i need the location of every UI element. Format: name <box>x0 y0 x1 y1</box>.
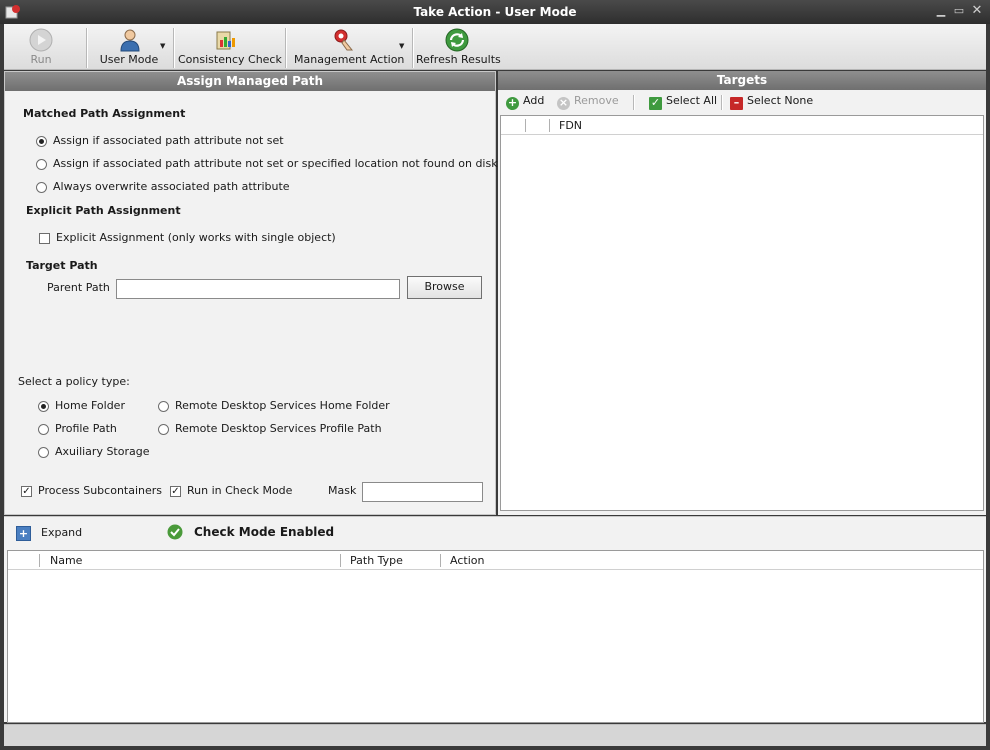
results-panel: + Expand Check Mode Enabled Name Path Ty… <box>4 516 986 723</box>
consistency-check-icon <box>216 31 235 50</box>
process-subcontainers-checkbox[interactable]: ✓ <box>21 486 32 497</box>
user-mode-dropdown-icon[interactable]: ▼ <box>160 42 165 50</box>
radio-rds-profile-path[interactable] <box>158 424 169 435</box>
management-action-button[interactable]: Management Action <box>294 24 405 70</box>
radio-label: Remote Desktop Services Profile Path <box>175 422 382 435</box>
check-circle-icon <box>167 524 183 540</box>
checkbox-label: Process Subcontainers <box>38 484 163 497</box>
radio-label: Axuiliary Storage <box>55 445 150 458</box>
radio-always-overwrite[interactable] <box>36 182 47 193</box>
grid-header: FDN <box>501 116 983 135</box>
refresh-results-button[interactable]: Refresh Results <box>416 24 501 70</box>
parent-path-label: Parent Path <box>47 281 110 294</box>
policy-type-label: Select a policy type: <box>18 375 130 388</box>
remove-icon: × <box>557 96 570 110</box>
radio-home-folder[interactable] <box>38 401 49 412</box>
select-all-icon: ✓ <box>649 96 662 110</box>
select-none-icon: – <box>730 97 743 110</box>
radio-label: Always overwrite associated path attribu… <box>53 180 290 193</box>
radio-label: Home Folder <box>55 399 125 412</box>
explicit-path-title: Explicit Path Assignment <box>26 204 181 217</box>
select-all-button[interactable]: ✓ Select All <box>649 94 717 112</box>
user-mode-button[interactable]: User Mode <box>98 24 160 70</box>
results-grid[interactable]: Name Path Type Action <box>7 550 984 723</box>
column-header-path-type[interactable]: Path Type <box>350 554 403 567</box>
remove-label: Remove <box>574 94 619 107</box>
refresh-results-label: Refresh Results <box>416 53 501 66</box>
panel-header: Assign Managed Path <box>5 72 495 91</box>
run-label: Run <box>30 53 52 66</box>
remove-button[interactable]: × Remove <box>557 94 619 112</box>
targets-panel: Targets + Add × Remove ✓ Select All – Select… <box>498 71 986 515</box>
play-icon <box>29 28 53 52</box>
run-in-check-mode-checkbox[interactable]: ✓ <box>170 486 181 497</box>
targets-grid[interactable]: FDN <box>500 115 984 511</box>
radio-label: Assign if associated path attribute not … <box>53 157 498 170</box>
add-button[interactable]: + Add <box>506 94 544 112</box>
consistency-check-button[interactable]: Consistency Check <box>178 24 282 70</box>
checkbox-label: Explicit Assignment (only works with sin… <box>56 231 336 244</box>
column-header-fdn[interactable]: FDN <box>559 119 582 132</box>
window-title: Take Action - User Mode <box>413 5 577 19</box>
check-mode-status: Check Mode Enabled <box>194 525 335 539</box>
run-button[interactable]: Run <box>18 24 64 70</box>
browse-button[interactable]: Browse <box>407 276 482 299</box>
maximize-icon[interactable]: ▭ <box>952 4 966 18</box>
parent-path-input[interactable] <box>116 279 400 299</box>
target-path-title: Target Path <box>26 259 98 272</box>
radio-rds-home-folder[interactable] <box>158 401 169 412</box>
add-label: Add <box>523 94 545 107</box>
grid-header: Name Path Type Action <box>8 551 983 570</box>
consistency-check-label: Consistency Check <box>178 53 282 66</box>
radio-label: Remote Desktop Services Home Folder <box>175 399 390 412</box>
radio-label: Profile Path <box>55 422 117 435</box>
select-all-label: Select All <box>666 94 718 107</box>
user-icon <box>120 29 140 52</box>
title-bar: Take Action - User Mode ▁ ▭ ✕ <box>0 0 990 24</box>
add-icon: + <box>506 96 519 110</box>
column-header-name[interactable]: Name <box>50 554 82 567</box>
select-none-label: Select None <box>747 94 814 107</box>
radio-auxiliary-storage[interactable] <box>38 447 49 458</box>
expand-label[interactable]: Expand <box>41 526 82 539</box>
management-action-icon <box>334 29 354 51</box>
management-action-label: Management Action <box>294 53 405 66</box>
radio-assign-if-not-set[interactable] <box>36 136 47 147</box>
select-none-button[interactable]: – Select None <box>730 94 813 112</box>
close-icon[interactable]: ✕ <box>970 4 984 18</box>
user-mode-label: User Mode <box>99 53 159 66</box>
radio-profile-path[interactable] <box>38 424 49 435</box>
radio-label: Assign if associated path attribute not … <box>53 134 284 147</box>
minimize-icon[interactable]: ▁ <box>934 4 948 18</box>
column-header-action[interactable]: Action <box>450 554 484 567</box>
checkbox-label: Run in Check Mode <box>187 484 293 497</box>
status-bar <box>4 724 986 746</box>
radio-assign-if-not-found[interactable] <box>36 159 47 170</box>
explicit-assignment-checkbox[interactable] <box>39 233 50 244</box>
matched-path-title: Matched Path Assignment <box>23 107 186 120</box>
management-action-dropdown-icon[interactable]: ▼ <box>399 42 404 50</box>
mask-input[interactable] <box>362 482 483 502</box>
mask-label: Mask <box>328 484 357 497</box>
assign-managed-path-panel: Assign Managed Path Matched Path Assignm… <box>4 71 498 515</box>
toolbar: Run User Mode ▼ Consistency Check Manage… <box>4 24 986 70</box>
refresh-icon <box>445 28 469 52</box>
expand-icon[interactable]: + <box>16 526 31 541</box>
panel-header: Targets <box>498 71 986 90</box>
